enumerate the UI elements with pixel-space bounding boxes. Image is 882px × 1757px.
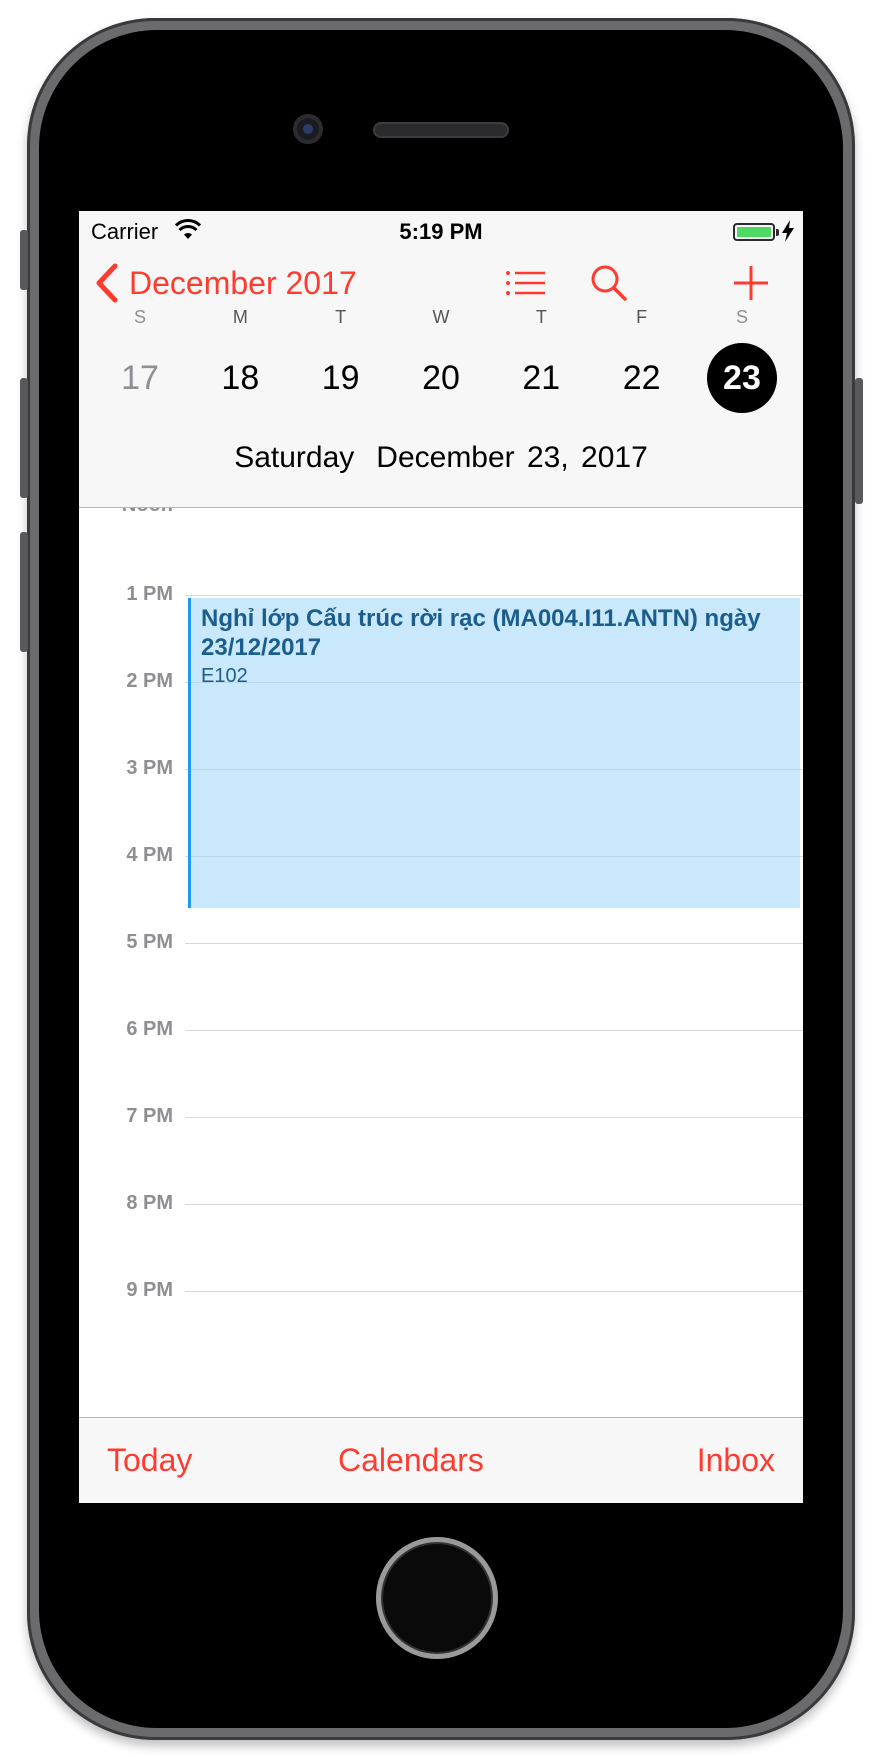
hour-row: 7 PM: [79, 1105, 803, 1127]
weekday-thu: T: [535, 307, 547, 327]
hour-label: 3 PM: [126, 757, 173, 779]
hour-label: 6 PM: [126, 1018, 173, 1040]
hour-row: 9 PM: [79, 1279, 803, 1301]
day-cell[interactable]: 21: [506, 343, 576, 413]
day-cell[interactable]: 18: [205, 343, 275, 413]
weekday-mon: M: [232, 307, 248, 327]
today-button[interactable]: Today: [107, 1442, 192, 1479]
hour-label: 9 PM: [126, 1279, 173, 1301]
status-time: 5:19 PM: [399, 219, 483, 244]
hour-row: Noon: [79, 508, 803, 516]
hour-label: 7 PM: [126, 1105, 173, 1127]
hour-row: 1 PM: [79, 583, 803, 605]
weekday-wed: W: [432, 307, 450, 327]
day-timeline[interactable]: Noon 1 PM 2 PM 3 PM 4 PM 5 PM 6 PM 7 PM: [79, 508, 803, 1428]
selected-day-cell[interactable]: 23: [706, 343, 777, 413]
weekday-fri: F: [636, 307, 648, 327]
inbox-button[interactable]: Inbox: [697, 1442, 775, 1479]
week-strip: 17 18 19 20 21 22 23: [79, 343, 803, 413]
hour-divider: [185, 1030, 803, 1031]
weekday-header: S M T W T F S: [79, 307, 803, 328]
bottom-toolbar: Today Calendars Inbox: [79, 1417, 803, 1503]
hour-label: 1 PM: [126, 583, 173, 605]
day-cell[interactable]: 22: [607, 343, 677, 413]
hour-row: 5 PM: [79, 931, 803, 953]
hour-divider: [185, 1117, 803, 1118]
calendar-header: Carrier 5:19 PM December 2017 S M T W T …: [79, 211, 803, 508]
front-camera: [293, 114, 323, 144]
search-icon[interactable]: [587, 263, 631, 303]
charging-bolt-icon: [782, 220, 794, 242]
back-button-label: December 2017: [129, 264, 357, 301]
hour-divider: [185, 595, 803, 596]
selected-date: December 23, 2017: [376, 441, 648, 474]
weekday-tue: T: [335, 307, 347, 327]
add-icon[interactable]: [729, 263, 773, 303]
hour-divider: [185, 943, 803, 944]
hour-divider: [185, 1291, 803, 1292]
power-button: [855, 378, 863, 504]
day-cell[interactable]: 20: [406, 343, 476, 413]
day-cell[interactable]: 19: [306, 343, 376, 413]
day-cell[interactable]: 17: [105, 343, 175, 413]
hour-divider: [185, 1204, 803, 1205]
volume-up-button: [20, 378, 28, 498]
back-button[interactable]: December 2017: [93, 261, 357, 305]
battery-icon: [733, 223, 779, 241]
silent-switch: [20, 230, 28, 290]
weekday-sun: S: [133, 307, 146, 327]
status-bar: Carrier 5:19 PM: [79, 211, 803, 251]
hour-label: 2 PM: [126, 670, 173, 692]
hour-label: 4 PM: [126, 844, 173, 866]
earpiece-speaker: [373, 122, 509, 138]
event-title: Nghỉ lớp Cấu trúc rời rạc (MA004.I11.ANT…: [201, 605, 761, 661]
screen: Carrier 5:19 PM December 2017 S M T W T …: [79, 211, 803, 1503]
volume-down-button: [20, 532, 28, 652]
hour-label: 5 PM: [126, 931, 173, 953]
weekday-sat: S: [735, 307, 748, 327]
hour-label: 8 PM: [126, 1192, 173, 1214]
chevron-left-icon: [96, 263, 118, 303]
selected-weekday: Saturday: [234, 441, 355, 474]
calendars-button[interactable]: Calendars: [338, 1442, 484, 1479]
hour-row: 8 PM: [79, 1192, 803, 1214]
navigation-bar: December 2017: [79, 251, 803, 311]
hour-label: Noon: [122, 508, 173, 517]
battery-level: [737, 227, 771, 237]
event-location: E102: [201, 665, 248, 687]
calendar-event[interactable]: Nghỉ lớp Cấu trúc rời rạc (MA004.I11.ANT…: [188, 598, 800, 908]
list-icon[interactable]: [503, 263, 547, 303]
selected-date-title: Saturday December 23, 2017: [79, 441, 803, 475]
hour-row: 6 PM: [79, 1018, 803, 1040]
home-button[interactable]: [376, 1537, 498, 1659]
